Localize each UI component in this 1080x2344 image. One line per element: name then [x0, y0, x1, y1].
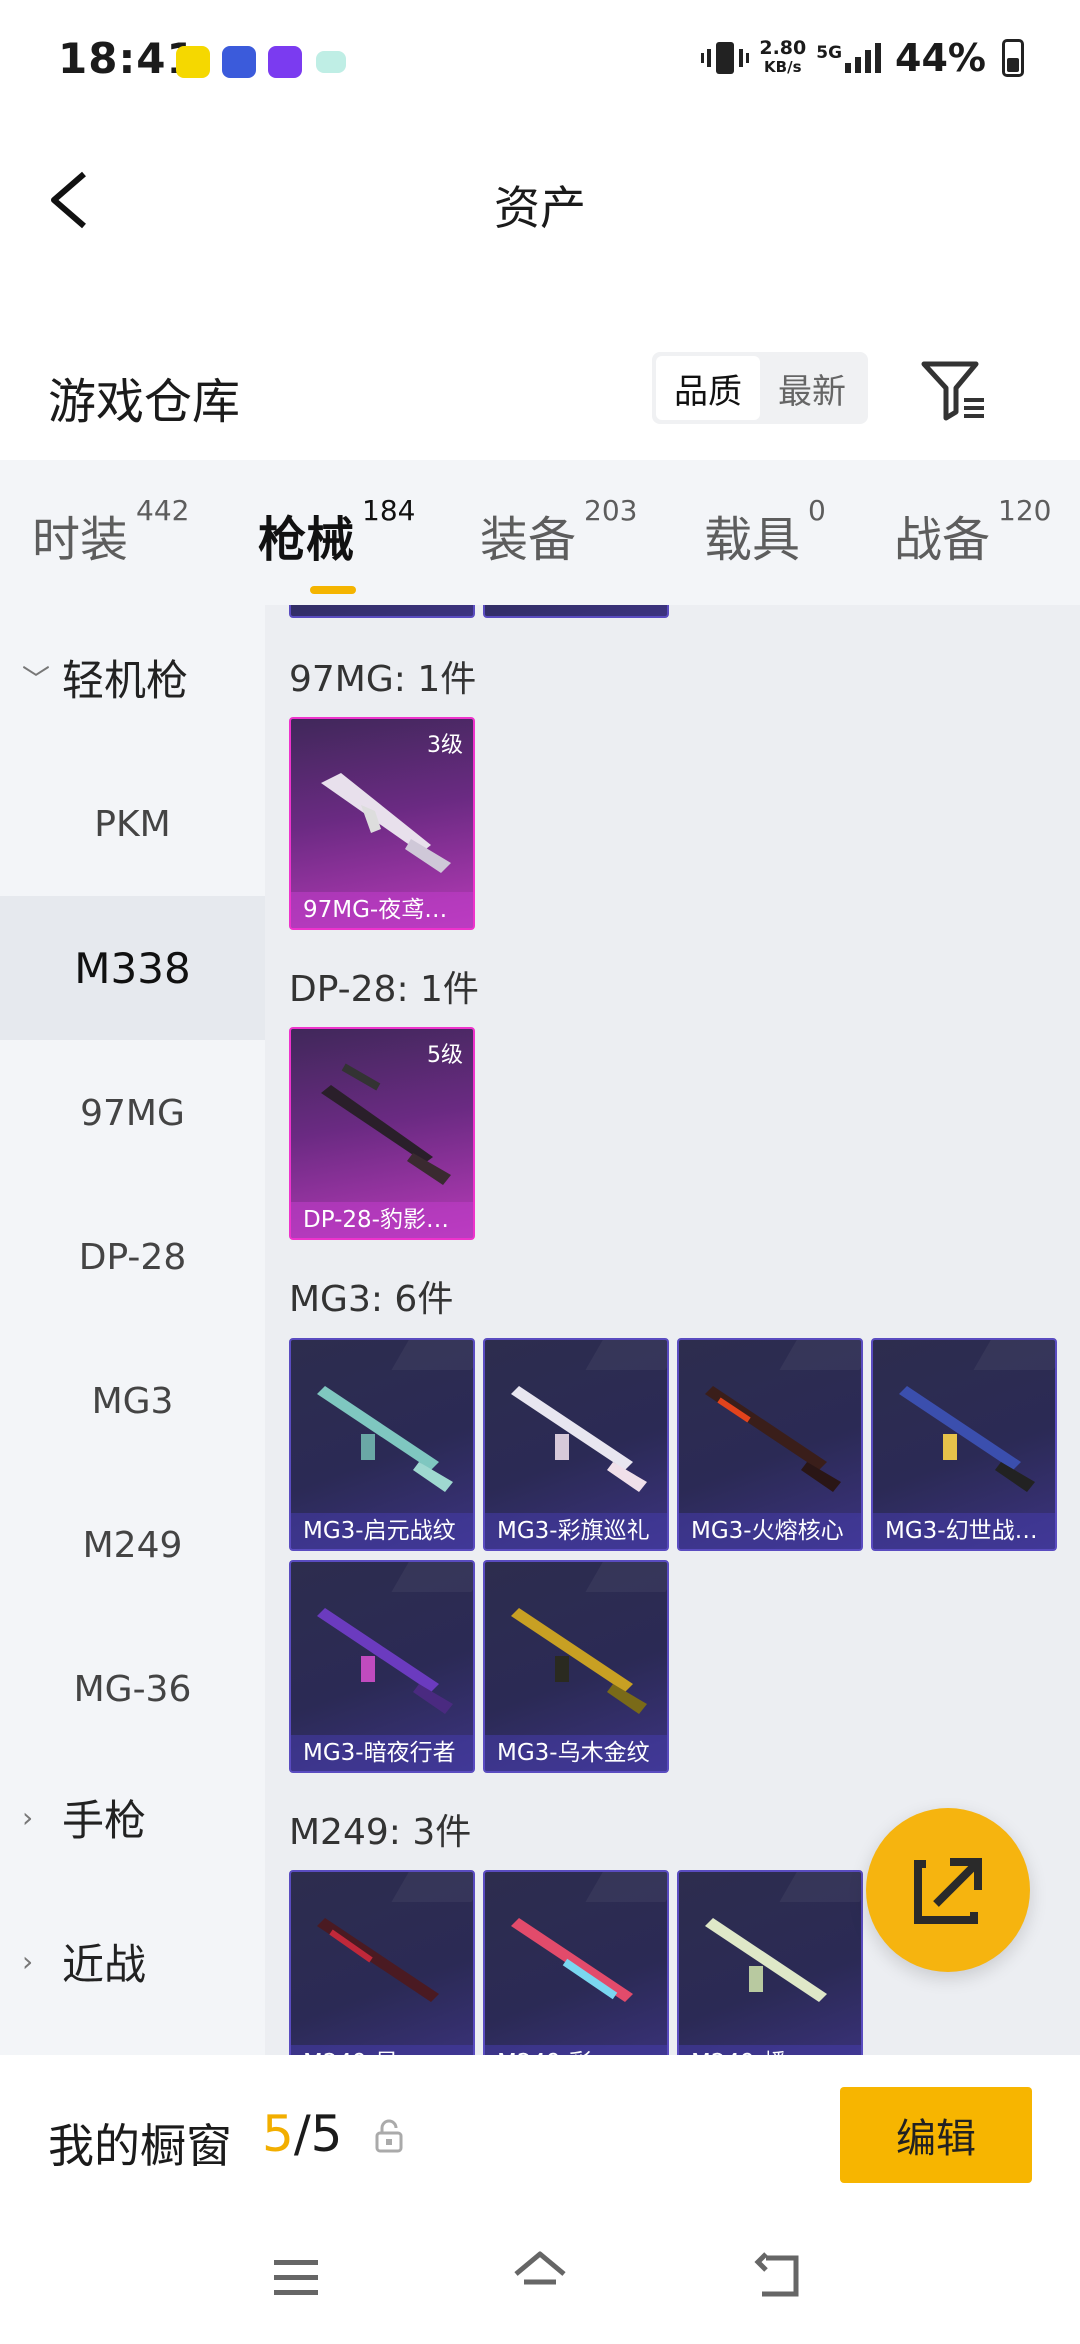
- tab-active-indicator: [310, 586, 356, 594]
- page-title: 资产: [494, 181, 586, 235]
- showcase-label: 我的橱窗: [48, 2119, 232, 2173]
- showcase-count: 5/5: [262, 2105, 343, 2163]
- home-icon[interactable]: [510, 2248, 570, 2302]
- signal-icon: [845, 43, 882, 73]
- back-nav-icon[interactable]: [752, 2250, 808, 2302]
- weapon-image: [317, 1386, 453, 1492]
- net-speed: 2.80 KB/s: [759, 37, 807, 77]
- weapon-card[interactable]: MG3-乌木金纹: [483, 1560, 669, 1773]
- weapon-image: [511, 1608, 647, 1714]
- weapon-card-label: M249-星…: [291, 2045, 473, 2055]
- share-icon: [914, 1858, 982, 1924]
- weapon-image: [705, 1386, 841, 1492]
- showcase-bar: 我的橱窗 5/5 编辑: [0, 2055, 1080, 2220]
- weapon-card-label: MG3-幻世战…: [873, 1513, 1055, 1549]
- sidebar-item-mg36[interactable]: MG-36: [0, 1617, 265, 1761]
- weapon-image: [511, 1918, 633, 2002]
- sidebar-item-mg3[interactable]: MG3: [0, 1329, 265, 1473]
- weapon-card[interactable]: M249-幡…: [677, 1870, 863, 2055]
- system-nav-bar: [0, 2220, 1080, 2344]
- weapon-sidebar: ﹀ 轻机枪 PKM M338 97MG DP-28 MG3 M249 MG-36 …: [0, 605, 265, 2055]
- sidebar-item-97mg[interactable]: 97MG: [0, 1041, 265, 1185]
- sort-quality-button[interactable]: 品质: [656, 356, 760, 420]
- weapon-card[interactable]: M249-彩…: [483, 1870, 669, 2055]
- tab-weapons[interactable]: 枪械184: [258, 494, 415, 594]
- weapon-card-partial[interactable]: [483, 605, 669, 618]
- sort-newest-button[interactable]: 最新: [760, 356, 864, 420]
- weapon-card[interactable]: 3级 97MG-夜鸢…: [289, 717, 475, 930]
- weapon-image: [317, 1918, 439, 2002]
- weapon-card[interactable]: MG3-幻世战…: [871, 1338, 1057, 1551]
- weapon-image: [511, 1386, 647, 1492]
- tab-vehicles[interactable]: 载具0: [704, 494, 826, 570]
- vivo-notification-icon: [222, 46, 256, 78]
- weapon-card[interactable]: MG3-暗夜行者: [289, 1560, 475, 1773]
- weapon-card-label: MG3-彩旗巡礼: [485, 1513, 667, 1549]
- weapon-card-partial[interactable]: [289, 605, 475, 618]
- battery-percent: 44%: [895, 36, 986, 80]
- sidebar-item-pkm[interactable]: PKM: [0, 752, 265, 896]
- weapon-card-label: MG3-启元战纹: [291, 1513, 473, 1549]
- edit-button[interactable]: 编辑: [840, 2087, 1032, 2183]
- group-heading-m249: M249: 3件: [289, 1812, 472, 1853]
- sidebar-item-m338[interactable]: M338: [0, 896, 265, 1040]
- sidebar-group-lmg[interactable]: ﹀ 轻机枪: [22, 647, 188, 708]
- weapon-image: [321, 1063, 451, 1185]
- weapon-card[interactable]: MG3-启元战纹: [289, 1338, 475, 1551]
- message-notification-icon: [316, 51, 346, 73]
- store-notification-icon: [268, 46, 302, 78]
- warehouse-header: 游戏仓库 品质 最新: [0, 330, 1080, 460]
- sidebar-group-pistol[interactable]: › 手枪: [22, 1787, 146, 1848]
- lock-icon: [375, 2119, 403, 2153]
- weapon-image: [317, 1608, 453, 1714]
- chevron-right-icon: ›: [22, 1945, 34, 1978]
- app-header: 资产: [0, 120, 1080, 280]
- chevron-right-icon: ›: [22, 1801, 34, 1834]
- weapon-card-label: M249-幡…: [679, 2045, 861, 2055]
- vibrate-icon: [701, 42, 750, 74]
- group-heading-97mg: 97MG: 1件: [289, 659, 477, 700]
- weapon-card-label: DP-28-豹影…: [291, 1202, 473, 1238]
- status-bar: 18:41 2.80 KB/s 5G 44%: [0, 0, 1080, 120]
- menu-icon[interactable]: [272, 2256, 322, 2300]
- weapon-card[interactable]: M249-星…: [289, 1870, 475, 2055]
- sidebar-item-dp28[interactable]: DP-28: [0, 1185, 265, 1329]
- weapon-card-label: M249-彩…: [485, 2045, 667, 2055]
- warehouse-title: 游戏仓库: [48, 374, 241, 430]
- weapon-card-label: MG3-暗夜行者: [291, 1735, 473, 1771]
- filter-icon[interactable]: [918, 356, 988, 426]
- category-tabs: 时装442 枪械184 装备203 载具0 战备120: [0, 460, 1080, 605]
- tab-equipment[interactable]: 装备203: [480, 494, 637, 570]
- weapon-card-label: MG3-乌木金纹: [485, 1735, 667, 1771]
- weapon-image: [321, 773, 451, 873]
- weapon-image: [705, 1918, 827, 2002]
- share-fab[interactable]: [866, 1808, 1030, 1972]
- sidebar-group-melee[interactable]: › 近战: [22, 1931, 146, 1992]
- weapon-card[interactable]: MG3-彩旗巡礼: [483, 1338, 669, 1551]
- sort-toggle: 品质 最新: [652, 352, 868, 424]
- tab-fashion[interactable]: 时装442: [32, 494, 189, 570]
- weapon-card[interactable]: 5级 DP-28-豹影…: [289, 1027, 475, 1240]
- app-notification-icon: [176, 46, 210, 78]
- battery-icon: [1002, 39, 1024, 77]
- group-heading-mg3: MG3: 6件: [289, 1279, 454, 1320]
- group-heading-dp28: DP-28: 1件: [289, 969, 479, 1010]
- sidebar-item-m249[interactable]: M249: [0, 1473, 265, 1617]
- weapon-image: [899, 1386, 1035, 1492]
- tab-supplies[interactable]: 战备120: [894, 494, 1051, 570]
- weapon-card-label: MG3-火熔核心: [679, 1513, 861, 1549]
- weapon-card[interactable]: MG3-火熔核心: [677, 1338, 863, 1551]
- network-type: 5G: [816, 43, 843, 63]
- weapon-card-label: 97MG-夜鸢…: [291, 892, 473, 928]
- chevron-down-icon: ﹀: [22, 662, 51, 696]
